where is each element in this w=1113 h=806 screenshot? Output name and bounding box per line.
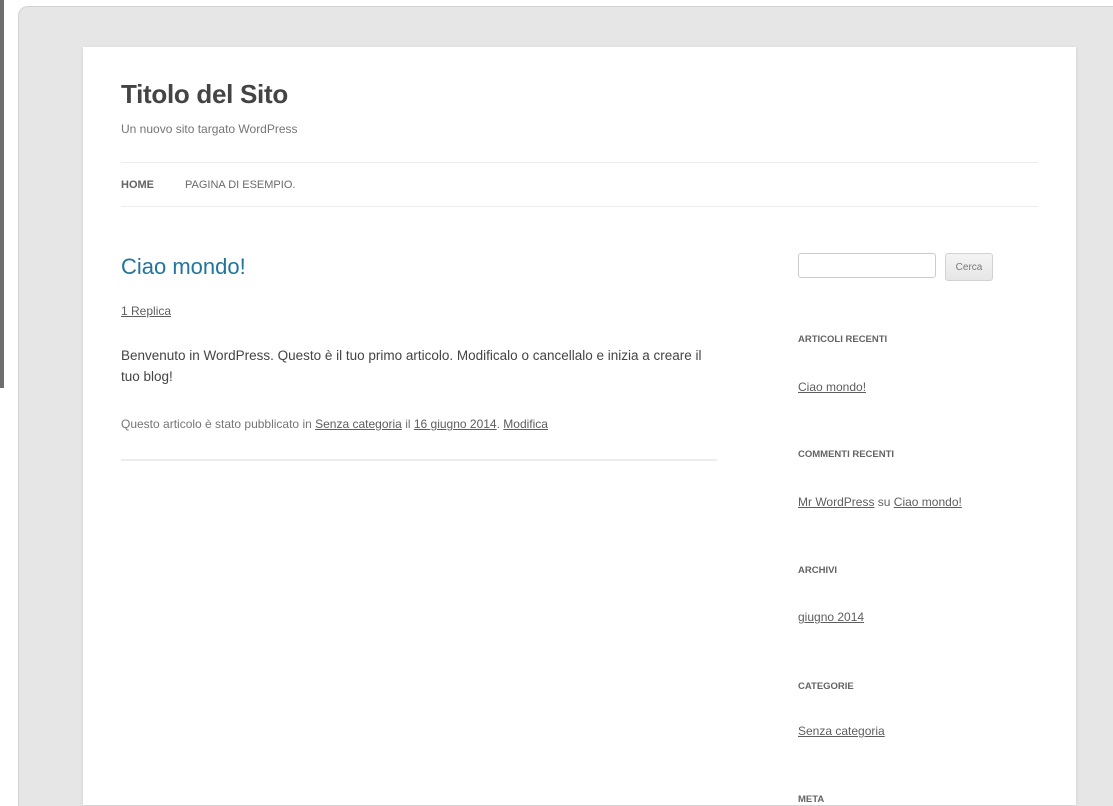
recent-post-link[interactable]: Ciao mondo!: [798, 380, 866, 394]
post-separator: [121, 459, 717, 461]
category-widget-link[interactable]: Senza categoria: [798, 724, 885, 738]
categories-list: Senza categoria: [798, 724, 885, 738]
search-input[interactable]: [798, 253, 936, 278]
nav-item-sample-page[interactable]: PAGINA DI ESEMPIO.: [185, 179, 295, 191]
page-container: Titolo del Sito Un nuovo sito targato Wo…: [83, 47, 1076, 805]
post-meta: Questo articolo è stato pubblicato in Se…: [121, 417, 721, 431]
nav-item-home[interactable]: HOME: [121, 179, 154, 191]
recent-comments-list: Mr WordPress su Ciao mondo!: [798, 495, 962, 509]
left-edge-strip: [0, 0, 4, 388]
meta-date-prefix: il: [401, 417, 414, 431]
edit-link[interactable]: Modifica: [503, 417, 548, 431]
main-navigation: HOME PAGINA DI ESEMPIO.: [121, 162, 1038, 207]
widget-title-recent-posts: ARTICOLI RECENTI: [798, 334, 888, 345]
replies-link[interactable]: 1 Replica: [121, 304, 171, 318]
widget-title-archives: ARCHIVI: [798, 565, 838, 576]
comment-author-link[interactable]: Mr WordPress: [798, 495, 874, 509]
site-title[interactable]: Titolo del Sito: [121, 79, 288, 110]
recent-posts-list: Ciao mondo!: [798, 380, 866, 394]
archive-link[interactable]: giugno 2014: [798, 610, 864, 624]
comment-post-link[interactable]: Ciao mondo!: [894, 495, 962, 509]
widget-title-meta: META: [798, 794, 825, 805]
date-link[interactable]: 16 giugno 2014: [414, 417, 497, 431]
replies-container: 1 Replica: [121, 304, 171, 318]
widget-title-categories: CATEGORIE: [798, 681, 854, 692]
archives-list: giugno 2014: [798, 610, 864, 624]
site-description: Un nuovo sito targato WordPress: [121, 122, 298, 136]
comment-conjunction: su: [874, 495, 894, 509]
search-button[interactable]: Cerca: [945, 253, 993, 281]
post-title[interactable]: Ciao mondo!: [121, 254, 246, 280]
post-content: Benvenuto in WordPress. Questo è il tuo …: [121, 348, 702, 384]
meta-prefix: Questo articolo è stato pubblicato in: [121, 417, 316, 431]
widget-title-recent-comments: COMMENTI RECENTI: [798, 449, 895, 460]
category-link[interactable]: Senza categoria: [315, 417, 402, 431]
